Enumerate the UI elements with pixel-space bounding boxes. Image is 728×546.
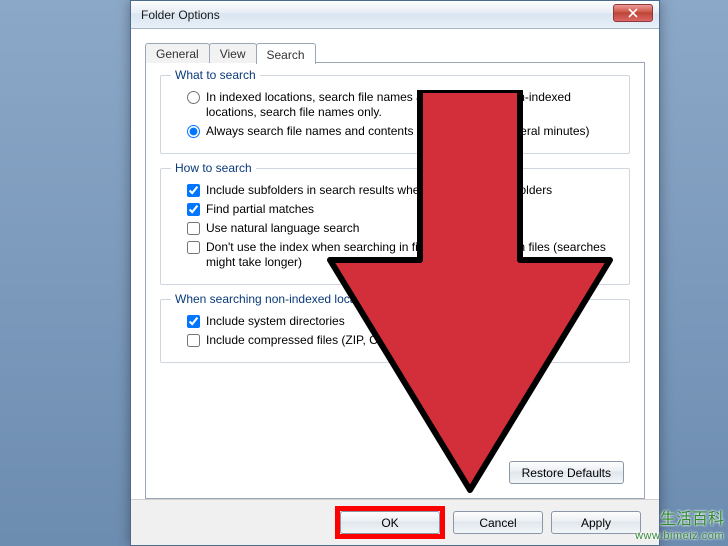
check-include-subfolders[interactable] xyxy=(187,184,200,197)
tab-search[interactable]: Search xyxy=(256,43,316,64)
check-natural-language[interactable] xyxy=(187,222,200,235)
label-partial-matches: Find partial matches xyxy=(206,202,617,217)
group-title-nonindexed: When searching non-indexed locations xyxy=(171,292,386,306)
check-dont-use-index[interactable] xyxy=(187,241,200,254)
titlebar: Folder Options xyxy=(131,1,659,29)
tab-view[interactable]: View xyxy=(209,43,257,63)
ok-button[interactable]: OK xyxy=(340,511,440,534)
close-icon xyxy=(628,8,638,18)
check-compressed-files[interactable] xyxy=(187,334,200,347)
folder-options-window: Folder Options General View Search What … xyxy=(130,0,660,546)
watermark-line2: www.bimeiz.com xyxy=(635,528,724,544)
label-always-search: Always search file names and contents (t… xyxy=(206,124,617,139)
label-include-subfolders: Include subfolders in search results whe… xyxy=(206,183,617,198)
radio-always-search[interactable] xyxy=(187,125,200,138)
restore-defaults-button[interactable]: Restore Defaults xyxy=(509,461,624,484)
apply-button[interactable]: Apply xyxy=(551,511,641,534)
label-system-directories: Include system directories xyxy=(206,314,617,329)
group-title-how: How to search xyxy=(171,161,256,175)
group-title-what: What to search xyxy=(171,68,260,82)
window-title: Folder Options xyxy=(131,8,220,22)
close-button[interactable] xyxy=(613,4,653,22)
radio-indexed-locations[interactable] xyxy=(187,91,200,104)
tabstrip: General View Search xyxy=(145,39,645,63)
watermark: 生活百科 www.bimeiz.com xyxy=(635,512,724,544)
check-partial-matches[interactable] xyxy=(187,203,200,216)
watermark-line1: 生活百科 xyxy=(660,511,724,528)
label-natural-language: Use natural language search xyxy=(206,221,617,236)
group-what-to-search: What to search In indexed locations, sea… xyxy=(160,75,630,154)
label-dont-use-index: Don't use the index when searching in fi… xyxy=(206,240,617,270)
group-nonindexed: When searching non-indexed locations Inc… xyxy=(160,299,630,363)
check-system-directories[interactable] xyxy=(187,315,200,328)
label-indexed-locations: In indexed locations, search file names … xyxy=(206,90,617,120)
label-compressed-files: Include compressed files (ZIP, CAB...) xyxy=(206,333,617,348)
cancel-button[interactable]: Cancel xyxy=(453,511,543,534)
tab-panel-search: What to search In indexed locations, sea… xyxy=(145,62,645,499)
tab-general[interactable]: General xyxy=(145,43,210,63)
group-how-to-search: How to search Include subfolders in sear… xyxy=(160,168,630,285)
ok-highlight-box: OK xyxy=(335,506,445,539)
dialog-button-row: OK Cancel Apply xyxy=(131,499,659,545)
